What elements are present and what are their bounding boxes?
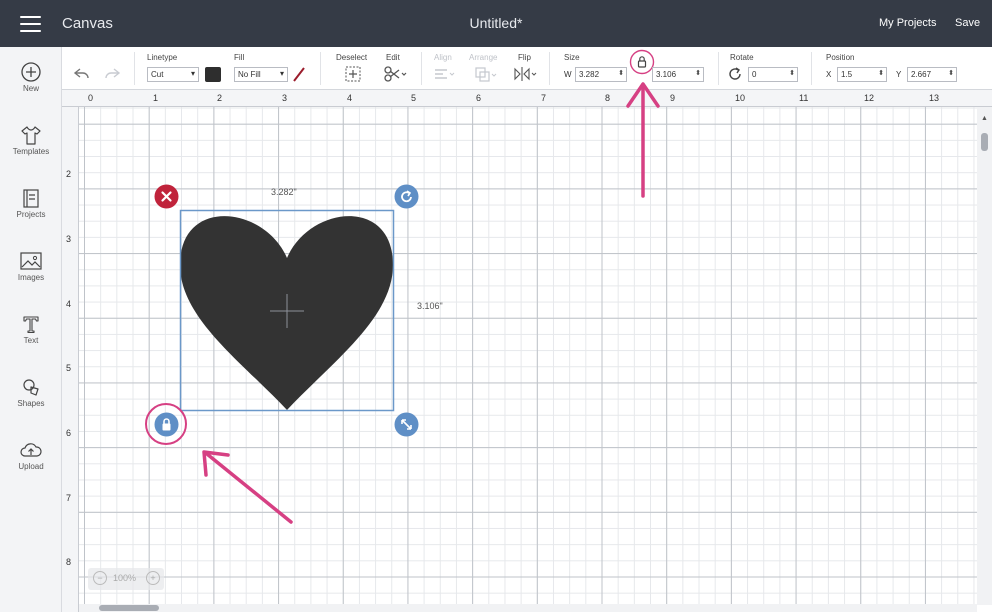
annotation-arrow-up bbox=[626, 82, 660, 198]
vertical-scrollbar[interactable]: ▲ bbox=[977, 107, 992, 605]
rotate-handle-icon[interactable] bbox=[394, 184, 419, 209]
canvas-overlay bbox=[145, 82, 660, 524]
zoom-control: − 100% + bbox=[88, 568, 164, 590]
scroll-up-icon[interactable]: ▲ bbox=[981, 115, 988, 122]
height-dimension-label: 3.106" bbox=[417, 301, 443, 311]
annotation-arrow-diagonal bbox=[202, 450, 293, 524]
lock-handle-icon[interactable] bbox=[154, 412, 179, 437]
zoom-out-icon[interactable]: − bbox=[93, 571, 107, 585]
delete-handle-icon[interactable] bbox=[154, 184, 179, 209]
horizontal-scrollbar[interactable] bbox=[79, 604, 977, 612]
zoom-level: 100% bbox=[113, 573, 137, 583]
width-dimension-label: 3.282" bbox=[271, 187, 297, 197]
zoom-in-icon[interactable]: + bbox=[146, 571, 160, 585]
horizontal-scroll-thumb[interactable] bbox=[99, 605, 159, 611]
vertical-scroll-thumb[interactable] bbox=[981, 133, 988, 151]
resize-handle-icon[interactable] bbox=[394, 412, 419, 437]
